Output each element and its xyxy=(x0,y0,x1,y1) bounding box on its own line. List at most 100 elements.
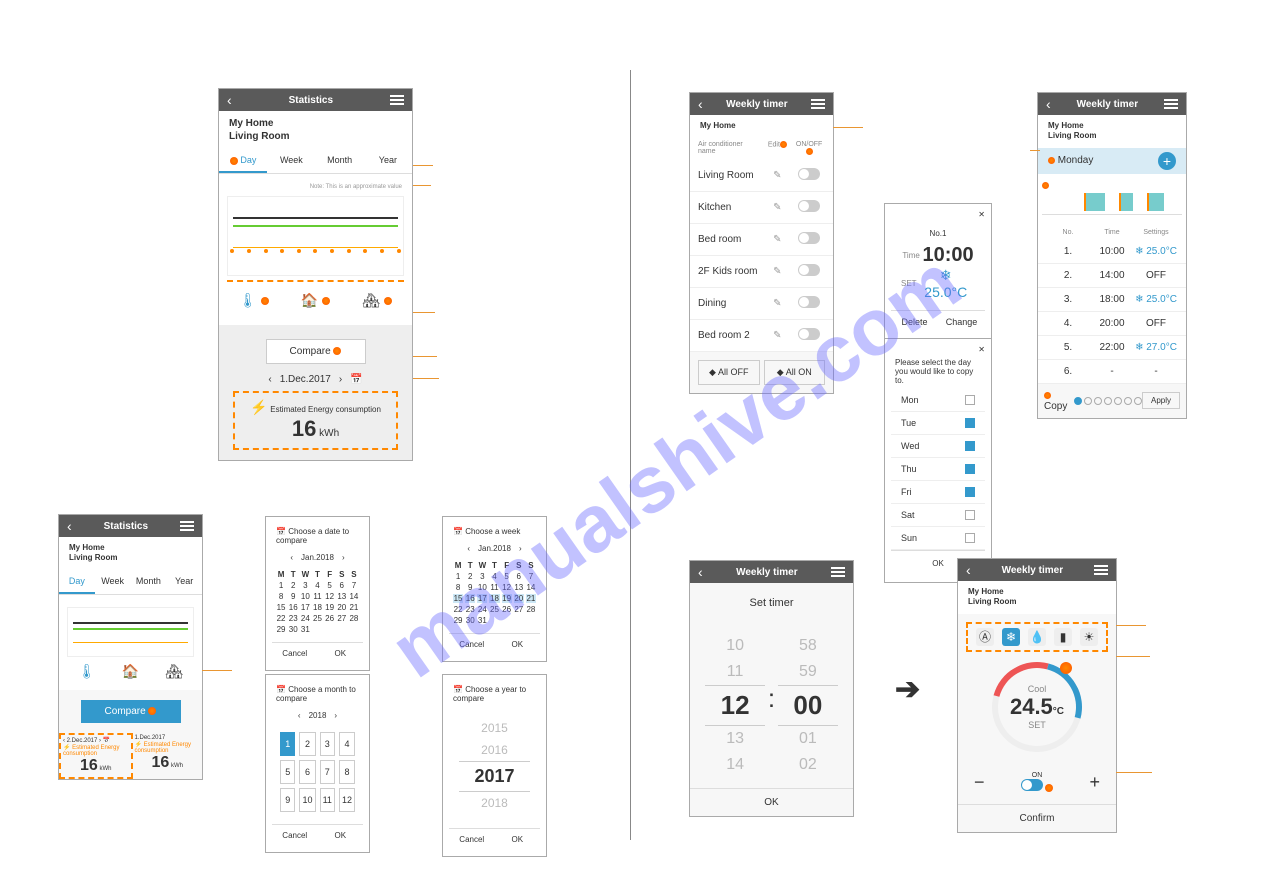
calendar-grid[interactable]: MTWTFSS 1234567 891011121314 15161718192… xyxy=(272,566,363,638)
compare-button[interactable]: Compare xyxy=(266,339,366,364)
day-checkbox[interactable] xyxy=(965,510,975,520)
power-toggle[interactable] xyxy=(798,328,820,340)
schedule-row[interactable]: 1.10:00❄ 25.0°C xyxy=(1038,240,1186,264)
calendar-icon[interactable]: 📅 xyxy=(350,374,362,385)
cancel-button[interactable]: Cancel xyxy=(272,825,318,846)
menu-icon[interactable] xyxy=(180,521,194,531)
home-icon[interactable]: 🏠 xyxy=(301,292,330,309)
edit-icon[interactable]: ✎ xyxy=(762,330,794,341)
cancel-button[interactable]: Cancel xyxy=(272,643,318,664)
schedule-row[interactable]: 5.22:00❄ 27.0°C xyxy=(1038,336,1186,360)
mode-selector: Ⓐ ❄ 💧 ▮ ☀ xyxy=(966,622,1108,652)
date-next[interactable]: › xyxy=(339,374,342,385)
month-next[interactable]: › xyxy=(342,553,345,562)
tab-month[interactable]: Month xyxy=(316,149,364,173)
day-checkbox[interactable] xyxy=(965,464,975,474)
day-checkbox[interactable] xyxy=(965,533,975,543)
breadcrumb: My HomeLiving Room xyxy=(219,111,412,149)
menu-icon[interactable] xyxy=(811,99,825,109)
month-prev[interactable]: ‹ xyxy=(290,553,293,562)
thermometer-icon[interactable]: 🌡 xyxy=(239,292,269,309)
date-picker-popup: 📅 Choose a date to compare ‹Jan.2018› MT… xyxy=(265,516,370,671)
tab-year[interactable]: Year xyxy=(364,149,412,173)
power-toggle[interactable] xyxy=(798,296,820,308)
edit-icon[interactable]: ✎ xyxy=(762,234,794,245)
ok-button[interactable]: OK xyxy=(495,829,541,850)
schedule-row[interactable]: 2.14:00OFF xyxy=(1038,264,1186,288)
day-checkbox[interactable] xyxy=(965,441,975,451)
menu-icon[interactable] xyxy=(1094,565,1108,575)
thermometer-icon[interactable]: 🌡 xyxy=(78,663,96,680)
heat-mode-icon[interactable]: ☀ xyxy=(1080,628,1098,646)
cool-mode-icon[interactable]: ❄ xyxy=(1002,628,1020,646)
power-toggle[interactable] xyxy=(1021,779,1043,791)
temp-up-button[interactable]: + xyxy=(1089,772,1100,793)
cancel-button[interactable]: Cancel xyxy=(449,634,495,655)
tab-year[interactable]: Year xyxy=(166,570,202,594)
tab-month[interactable]: Month xyxy=(131,570,167,594)
all-on-button[interactable]: ◆ All ON xyxy=(764,360,826,385)
ok-button[interactable]: OK xyxy=(495,634,541,655)
current-date: 1.Dec.2017 xyxy=(280,374,331,385)
edit-icon[interactable]: ✎ xyxy=(762,298,794,309)
power-toggle[interactable] xyxy=(798,264,820,276)
edit-icon[interactable]: ✎ xyxy=(762,202,794,213)
ok-button[interactable]: OK xyxy=(318,825,364,846)
timer-time: 10:00 xyxy=(922,244,973,267)
chart-legend-icons: 🌡 🏠 🏘 xyxy=(223,284,408,317)
apply-button[interactable]: Apply xyxy=(1142,392,1180,409)
time-picker[interactable]: 1011121314 : 5859000102 xyxy=(690,623,853,788)
schedule-row[interactable]: 6.-- xyxy=(1038,360,1186,384)
power-toggle[interactable] xyxy=(798,232,820,244)
cancel-button[interactable]: Cancel xyxy=(449,829,495,850)
tab-week[interactable]: Week xyxy=(95,570,131,594)
menu-icon[interactable] xyxy=(831,567,845,577)
date-prev[interactable]: ‹ xyxy=(268,374,271,385)
close-icon[interactable]: ✕ xyxy=(891,345,985,354)
page-divider xyxy=(630,70,631,840)
compare-button-active[interactable]: Compare xyxy=(81,700,181,723)
outdoor-icon[interactable]: 🏘 xyxy=(362,292,392,309)
edit-icon[interactable]: ✎ xyxy=(762,170,794,181)
temperature-dial[interactable]: Cool 24.5°C SET xyxy=(992,662,1082,752)
schedule-table: No.TimeSettings 1.10:00❄ 25.0°C2.14:00OF… xyxy=(1038,225,1186,384)
day-timeline xyxy=(1038,174,1186,225)
delete-button[interactable]: Delete xyxy=(891,311,938,333)
timer-event-popup: ✕ No.1 Time 10:00 SET ❄ 25.0°C DeleteCha… xyxy=(884,203,992,340)
change-button[interactable]: Change xyxy=(938,311,985,333)
energy-value: 16 xyxy=(292,416,316,441)
home-icon[interactable]: 🏠 xyxy=(122,663,139,680)
period-tabs: Day Week Month Year xyxy=(219,149,412,174)
schedule-row[interactable]: 3.18:00❄ 25.0°C xyxy=(1038,288,1186,312)
year-wheel[interactable]: 2015 2016 2017 2018 xyxy=(449,707,540,824)
calendar-grid[interactable]: MTWTFSS 1234567 891011121314 15161718192… xyxy=(449,557,540,629)
edit-icon[interactable]: ✎ xyxy=(762,266,794,277)
menu-icon[interactable] xyxy=(390,95,404,105)
arrow-right-icon: ➔ xyxy=(895,672,920,707)
menu-icon[interactable] xyxy=(1164,99,1178,109)
auto-mode-icon[interactable]: Ⓐ xyxy=(976,628,994,646)
temp-down-button[interactable]: − xyxy=(974,772,985,793)
close-icon[interactable]: ✕ xyxy=(891,210,985,219)
ok-button[interactable]: OK xyxy=(690,788,853,816)
tab-day[interactable]: Day xyxy=(219,149,267,173)
fan-mode-icon[interactable]: ▮ xyxy=(1054,628,1072,646)
power-toggle[interactable] xyxy=(798,200,820,212)
day-checkbox[interactable] xyxy=(965,418,975,428)
tab-week[interactable]: Week xyxy=(267,149,315,173)
confirm-button[interactable]: Confirm xyxy=(958,804,1116,832)
day-checkbox[interactable] xyxy=(965,395,975,405)
chart-area: Note: This is an approximate value 🌡 🏠 🏘 xyxy=(219,174,412,325)
month-picker-popup: 📅 Choose a month to compare ‹2018› 1 2 3… xyxy=(265,674,370,853)
schedule-row[interactable]: 4.20:00OFF xyxy=(1038,312,1186,336)
copy-day-dots[interactable] xyxy=(1074,397,1142,405)
add-timer-button[interactable]: + xyxy=(1158,152,1176,170)
all-off-button[interactable]: ◆ All OFF xyxy=(698,360,760,385)
month-grid[interactable]: 1 2 3 4 5 6 7 8 9 10 11 12 xyxy=(272,724,363,820)
power-toggle[interactable] xyxy=(798,168,820,180)
ok-button[interactable]: OK xyxy=(318,643,364,664)
outdoor-icon[interactable]: 🏘 xyxy=(165,663,183,680)
tab-day[interactable]: Day xyxy=(59,570,95,594)
dry-mode-icon[interactable]: 💧 xyxy=(1028,628,1046,646)
day-checkbox[interactable] xyxy=(965,487,975,497)
